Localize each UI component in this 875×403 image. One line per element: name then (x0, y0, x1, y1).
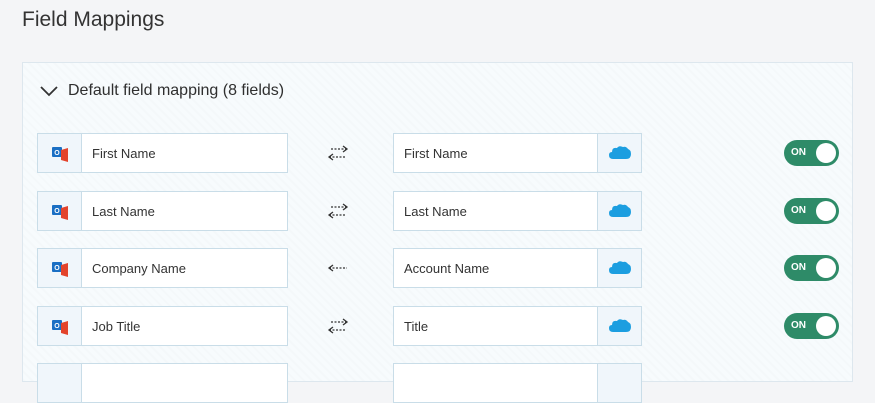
outlook-icon: O (38, 307, 82, 345)
toggle-knob (816, 201, 836, 221)
source-field-label: First Name (92, 145, 156, 161)
mapping-row: O Company Name Account Name ON (37, 248, 840, 288)
mapping-row (37, 363, 840, 403)
mapping-toggle[interactable]: ON (784, 198, 839, 224)
outlook-icon: O (38, 249, 82, 287)
source-field[interactable]: O Company Name (37, 248, 288, 288)
target-field-label (394, 364, 597, 402)
toggle-label: ON (791, 205, 806, 216)
mapping-toggle[interactable]: ON (784, 255, 839, 281)
left-arrow-icon[interactable] (326, 258, 350, 278)
bidirectional-arrow-icon[interactable] (326, 143, 350, 163)
svg-text:O: O (54, 150, 60, 157)
toggle-label: ON (791, 147, 806, 158)
outlook-icon: O (38, 192, 82, 230)
salesforce-icon (597, 192, 641, 230)
chevron-down-icon (40, 86, 58, 97)
salesforce-icon (597, 134, 641, 172)
page-title: Field Mappings (22, 8, 165, 31)
source-field-label: Last Name (92, 203, 155, 219)
svg-text:O: O (54, 208, 60, 215)
source-field[interactable]: O Job Title (37, 306, 288, 346)
mapping-toggle[interactable]: ON (784, 313, 839, 339)
target-field[interactable]: Account Name (393, 248, 642, 288)
toggle-label: ON (791, 320, 806, 331)
source-field-label (82, 364, 287, 402)
bidirectional-arrow-icon[interactable] (326, 316, 350, 336)
target-field[interactable]: Last Name (393, 191, 642, 231)
source-field[interactable]: O Last Name (37, 191, 288, 231)
target-field-label: Title (404, 318, 429, 334)
svg-text:O: O (54, 323, 60, 330)
mapping-row: O First Name First Name ON (37, 133, 840, 173)
salesforce-icon (597, 364, 641, 402)
source-field-label: Job Title (92, 318, 141, 334)
toggle-knob (816, 258, 836, 278)
target-field[interactable]: Title (393, 306, 642, 346)
bidirectional-arrow-icon[interactable] (326, 201, 350, 221)
mapping-panel: Default field mapping (8 fields) O First… (22, 62, 853, 403)
target-field-label: First Name (404, 145, 468, 161)
toggle-knob (816, 143, 836, 163)
target-field-label: Account Name (404, 260, 490, 276)
target-field[interactable] (393, 363, 642, 403)
outlook-icon (38, 364, 82, 402)
source-field[interactable]: O First Name (37, 133, 288, 173)
target-field[interactable]: First Name (393, 133, 642, 173)
target-field-label: Last Name (404, 203, 467, 219)
section-toggle[interactable]: Default field mapping (8 fields) (39, 79, 284, 103)
toggle-knob (816, 316, 836, 336)
source-field-label: Company Name (92, 260, 186, 276)
outlook-icon: O (38, 134, 82, 172)
mapping-row: O Last Name Last Name ON (37, 191, 840, 231)
salesforce-icon (597, 307, 641, 345)
source-field[interactable] (37, 363, 288, 403)
salesforce-icon (597, 249, 641, 287)
svg-text:O: O (54, 265, 60, 272)
toggle-label: ON (791, 262, 806, 273)
mapping-toggle[interactable]: ON (784, 140, 839, 166)
mapping-row: O Job Title Title ON (37, 306, 840, 346)
section-title: Default field mapping (8 fields) (68, 82, 285, 99)
